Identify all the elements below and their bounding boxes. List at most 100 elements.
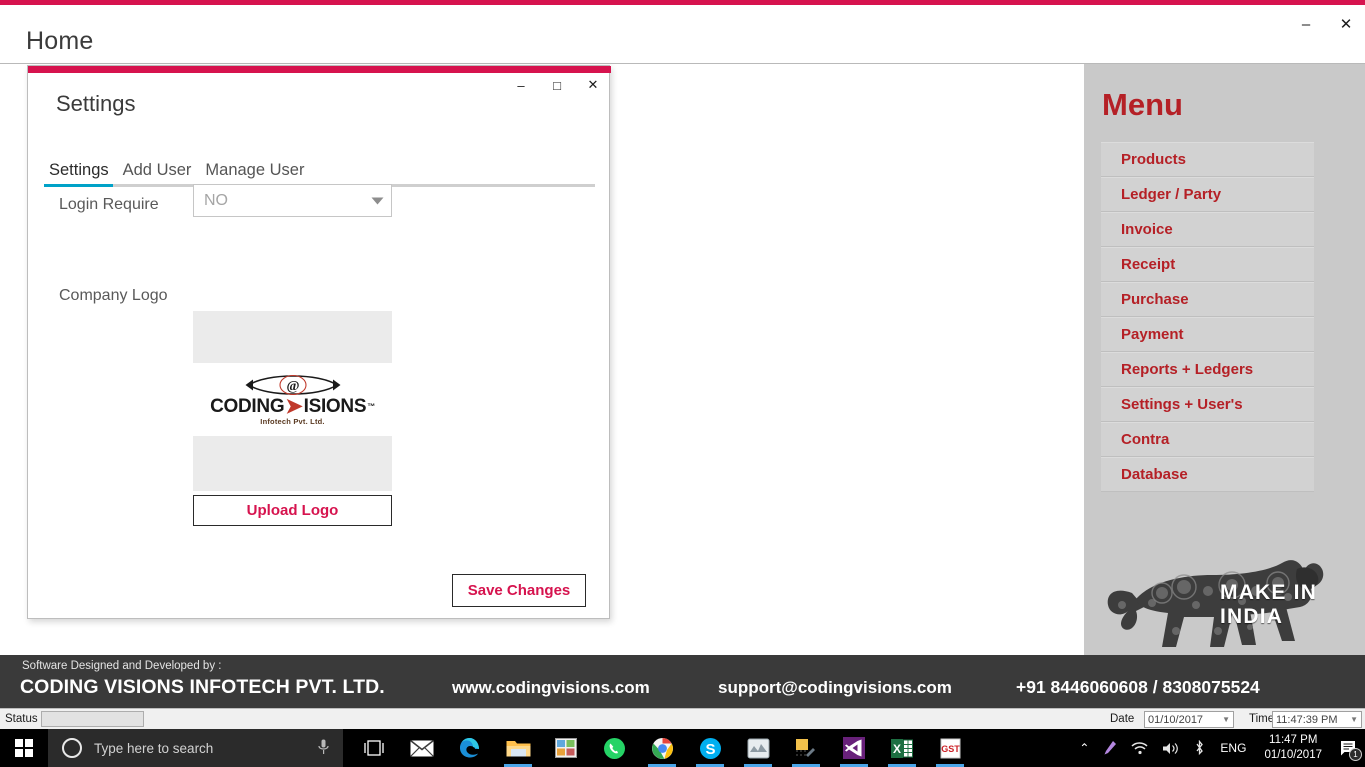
dialog-close-icon[interactable]: ✕ xyxy=(581,75,605,95)
settings-form: Login Require NO Company Logo @ CODING ➤… xyxy=(28,184,611,607)
login-require-value: NO xyxy=(204,191,228,209)
logo-placeholder-bottom xyxy=(193,436,392,491)
language-indicator[interactable]: ENG xyxy=(1213,729,1253,767)
notification-center-icon[interactable]: 1 xyxy=(1333,729,1365,767)
dialog-window-controls: – □ ✕ xyxy=(509,75,605,95)
excel-icon[interactable]: X xyxy=(878,729,926,767)
status-label: Status xyxy=(5,713,38,725)
footer-website[interactable]: www.codingvisions.com xyxy=(452,678,650,698)
windows-logo-icon xyxy=(15,739,33,757)
tab-active-indicator xyxy=(44,184,113,187)
status-bar: Status Date 01/10/2017 ▼ Time 11:47:39 P… xyxy=(0,708,1365,729)
system-tray: ⌃ ENG 11:47 PM 01/10/2017 1 xyxy=(1072,729,1365,767)
main-title-bar: Home – ✕ xyxy=(0,5,1365,63)
svg-text:S: S xyxy=(705,741,715,758)
svg-text:GST: GST xyxy=(941,744,960,754)
content-area: – □ ✕ Settings Settings Add User Manage … xyxy=(0,63,1365,656)
wifi-icon[interactable] xyxy=(1124,729,1155,767)
svg-text:X: X xyxy=(893,742,901,756)
menu-list: Products Ledger / Party Invoice Receipt … xyxy=(1101,142,1314,492)
sidebar-item-reports-ledgers[interactable]: Reports + Ledgers xyxy=(1101,352,1314,387)
eye-at-symbol-icon: @ xyxy=(245,374,340,395)
time-picker[interactable]: 11:47:39 PM ▼ xyxy=(1272,711,1362,728)
logo-word-isions: ISIONS xyxy=(303,395,367,417)
right-sidebar: Menu Products Ledger / Party Invoice Rec… xyxy=(1084,64,1365,656)
visual-studio-icon[interactable] xyxy=(830,729,878,767)
main-window-controls: – ✕ xyxy=(1293,10,1359,38)
notification-badge: 1 xyxy=(1349,748,1362,761)
logo-wordmark: CODING ➤ ISIONS ™ xyxy=(208,396,378,417)
footer-email[interactable]: support@codingvisions.com xyxy=(718,678,952,698)
edge-browser-icon[interactable] xyxy=(446,729,494,767)
date-value: 01/10/2017 xyxy=(1148,713,1204,726)
time-value: 11:47:39 PM xyxy=(1276,713,1338,726)
settings-dialog: – □ ✕ Settings Settings Add User Manage … xyxy=(27,65,611,619)
sidebar-item-purchase[interactable]: Purchase xyxy=(1101,282,1314,317)
sidebar-item-receipt[interactable]: Receipt xyxy=(1101,247,1314,282)
login-require-row: Login Require NO xyxy=(28,184,611,240)
gst-app-icon[interactable]: GST xyxy=(926,729,974,767)
menu-heading: Menu xyxy=(1102,87,1183,122)
logo-placeholder-top xyxy=(193,311,392,363)
search-input[interactable]: Type here to search xyxy=(48,729,343,767)
company-logo-label: Company Logo xyxy=(59,287,168,304)
tab-settings[interactable]: Settings xyxy=(46,160,112,180)
taskbar-app-icons: S X GST xyxy=(350,729,974,767)
company-logo-image: @ CODING ➤ ISIONS ™ Infotech Pvt. Ltd. xyxy=(193,363,392,436)
file-explorer-icon[interactable] xyxy=(494,729,542,767)
logo-subtitle: Infotech Pvt. Ltd. xyxy=(260,416,325,426)
make-in-india-banner: MAKE IN INDIA xyxy=(1092,521,1357,656)
chevron-down-icon xyxy=(363,197,391,205)
tab-manage-user[interactable]: Manage User xyxy=(202,160,307,180)
photos-icon[interactable] xyxy=(542,729,590,767)
task-view-icon[interactable] xyxy=(350,729,398,767)
status-value-field xyxy=(41,711,144,727)
pen-icon[interactable] xyxy=(1096,729,1124,767)
sidebar-item-settings-users[interactable]: Settings + User's xyxy=(1101,387,1314,422)
bluetooth-icon[interactable] xyxy=(1186,729,1213,767)
upload-logo-button[interactable]: Upload Logo xyxy=(193,495,392,526)
login-require-dropdown[interactable]: NO xyxy=(193,184,392,217)
tray-expand-chevron-icon[interactable]: ⌃ xyxy=(1072,729,1096,767)
minimize-icon[interactable]: – xyxy=(1293,13,1319,35)
logo-trademark: ™ xyxy=(367,401,375,411)
dialog-accent-bar xyxy=(28,66,611,73)
time-label: Time xyxy=(1249,713,1275,725)
company-logo-row: Company Logo xyxy=(28,240,611,304)
tab-bar: Settings Add User Manage User xyxy=(44,154,595,188)
whatsapp-icon[interactable] xyxy=(590,729,638,767)
windows-taskbar: Type here to search S X GST ⌃ ENG 11:47 … xyxy=(0,729,1365,767)
tab-add-user[interactable]: Add User xyxy=(120,160,195,180)
application-root: Home – ✕ – □ ✕ Settings Settings Add Use… xyxy=(0,0,1365,767)
dialog-minimize-icon[interactable]: – xyxy=(509,75,533,95)
sidebar-item-database[interactable]: Database xyxy=(1101,457,1314,492)
clock-date: 01/10/2017 xyxy=(1264,749,1322,761)
mail-icon[interactable] xyxy=(398,729,446,767)
chrome-icon[interactable] xyxy=(638,729,686,767)
footer-phone: +91 8446060608 / 8308075524 xyxy=(1016,677,1260,697)
sidebar-item-invoice[interactable]: Invoice xyxy=(1101,212,1314,247)
speaker-icon[interactable] xyxy=(1155,729,1186,767)
cortana-circle-icon xyxy=(62,738,82,758)
snipping-tool-icon[interactable] xyxy=(782,729,830,767)
sidebar-item-ledger-party[interactable]: Ledger / Party xyxy=(1101,177,1314,212)
sidebar-item-products[interactable]: Products xyxy=(1101,142,1314,177)
dialog-maximize-icon[interactable]: □ xyxy=(545,75,569,95)
footer-banner: Software Designed and Developed by : COD… xyxy=(0,655,1365,708)
close-icon[interactable]: ✕ xyxy=(1333,13,1359,35)
dialog-title: Settings xyxy=(56,91,136,116)
taskbar-clock[interactable]: 11:47 PM 01/10/2017 xyxy=(1253,729,1333,767)
start-button[interactable] xyxy=(0,729,48,767)
skype-icon[interactable]: S xyxy=(686,729,734,767)
footer-company-name: CODING VISIONS INFOTECH PVT. LTD. xyxy=(20,676,385,698)
sidebar-item-payment[interactable]: Payment xyxy=(1101,317,1314,352)
sidebar-item-contra[interactable]: Contra xyxy=(1101,422,1314,457)
date-picker[interactable]: 01/10/2017 ▼ xyxy=(1144,711,1234,728)
login-require-label: Login Require xyxy=(59,196,159,213)
save-changes-button[interactable]: Save Changes xyxy=(452,574,586,607)
clock-time: 11:47 PM xyxy=(1269,734,1318,746)
page-title: Home xyxy=(26,27,94,55)
logo-arrow-icon: ➤ xyxy=(285,394,303,418)
microphone-icon xyxy=(318,739,329,754)
media-player-icon[interactable] xyxy=(734,729,782,767)
